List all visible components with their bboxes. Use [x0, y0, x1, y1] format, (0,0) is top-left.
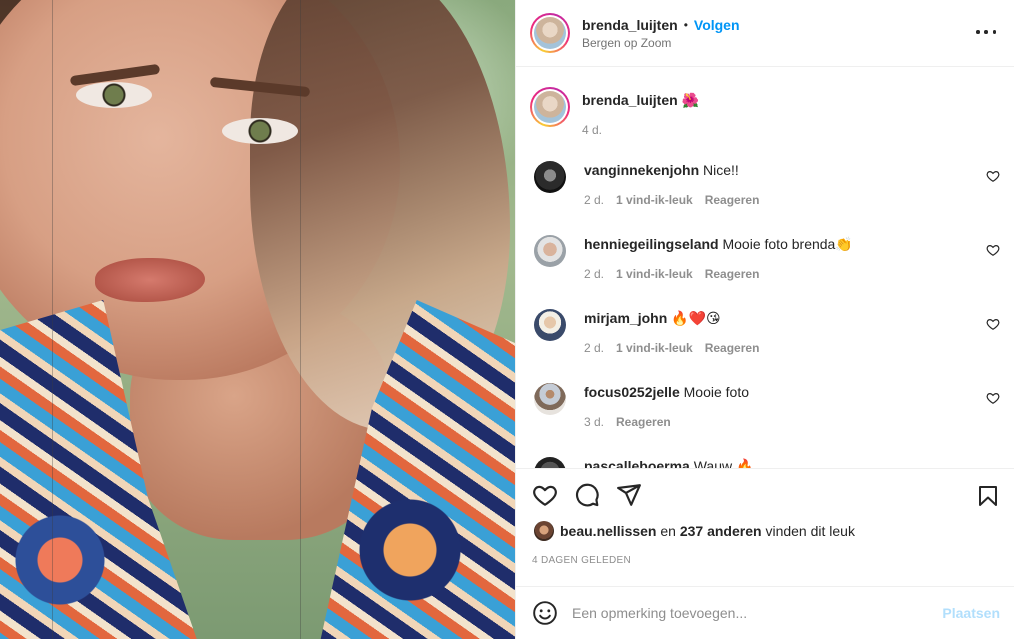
comment-item: focus0252jelle Mooie foto 3 d. Reageren — [530, 383, 1000, 429]
comment-username[interactable]: henniegeilingseland — [584, 236, 719, 252]
reply-button[interactable]: Reageren — [705, 193, 760, 207]
comments-list[interactable]: brenda_luijten 🌺 4 d. vanginnekenjohn Ni… — [516, 67, 1014, 468]
comment-heart-icon[interactable] — [986, 169, 1000, 183]
comment-likes[interactable]: 1 vind-ik-leuk — [616, 341, 693, 355]
caption-avatar — [534, 91, 566, 123]
action-bar: beau.nellissen en 237 anderen vinden dit… — [516, 468, 1014, 586]
comment-username[interactable]: mirjam_john — [584, 310, 667, 326]
comment-item: vanginnekenjohn Nice!! 2 d. 1 vind-ik-le… — [530, 161, 1000, 207]
comment-text: Mooie foto brenda👏 — [722, 236, 853, 252]
comment-age: 3 d. — [584, 415, 605, 429]
likes-and: en — [660, 523, 676, 539]
liker-username[interactable]: beau.nellissen — [560, 523, 656, 539]
comment-item: pascalleboerma Wauw 🔥 — [530, 457, 1000, 468]
comment-text: Wauw 🔥 — [693, 458, 754, 468]
comment-avatar[interactable] — [534, 457, 566, 468]
comment-text: Nice!! — [703, 162, 739, 178]
comment-username[interactable]: vanginnekenjohn — [584, 162, 699, 178]
comment-item: mirjam_john 🔥❤️😘 2 d. 1 vind-ik-leuk Rea… — [530, 309, 1000, 355]
separator-dot: • — [683, 17, 688, 32]
add-comment-bar: Plaatsen — [516, 586, 1014, 639]
caption: brenda_luijten 🌺 4 d. — [530, 87, 1000, 137]
post-header: brenda_luijten • Volgen Bergen op Zoom — [516, 0, 1014, 67]
reply-button[interactable]: Reageren — [616, 415, 671, 429]
comment-avatar[interactable] — [534, 235, 566, 267]
comment-heart-icon[interactable] — [986, 243, 1000, 257]
photo-eye-right — [222, 118, 298, 144]
comment-input[interactable] — [572, 605, 943, 621]
comment-heart-icon[interactable] — [986, 317, 1000, 331]
comment-avatar[interactable] — [534, 161, 566, 193]
post-panel: brenda_luijten • Volgen Bergen op Zoom b… — [515, 0, 1014, 639]
post-date[interactable]: 4 DAGEN GELEDEN — [530, 555, 1000, 566]
likes-count[interactable]: 237 anderen — [680, 523, 762, 539]
follow-button[interactable]: Volgen — [694, 17, 740, 33]
photo-line-right — [300, 0, 301, 639]
author-avatar-ring[interactable] — [530, 13, 570, 53]
photo-eye-left — [76, 82, 152, 108]
post-comment-button[interactable]: Plaatsen — [942, 605, 1000, 621]
reply-button[interactable]: Reageren — [705, 341, 760, 355]
caption-age: 4 d. — [582, 123, 603, 137]
comment-likes[interactable]: 1 vind-ik-leuk — [616, 193, 693, 207]
caption-username[interactable]: brenda_luijten — [582, 92, 678, 108]
comment-age: 2 d. — [584, 341, 605, 355]
author-username[interactable]: brenda_luijten — [582, 17, 678, 33]
reply-button[interactable]: Reageren — [705, 267, 760, 281]
comment-age: 2 d. — [584, 193, 605, 207]
comment-item: henniegeilingseland Mooie foto brenda👏 2… — [530, 235, 1000, 281]
comment-text: Mooie foto — [683, 384, 749, 400]
comment-avatar[interactable] — [534, 309, 566, 341]
comment-text: 🔥❤️😘 — [671, 310, 721, 326]
heart-icon[interactable] — [532, 482, 558, 508]
post-location[interactable]: Bergen op Zoom — [582, 36, 740, 50]
comment-icon[interactable] — [574, 482, 600, 508]
likes-summary: beau.nellissen en 237 anderen vinden dit… — [530, 521, 1000, 541]
emoji-icon[interactable] — [532, 600, 558, 626]
caption-text: 🌺 — [681, 92, 700, 108]
liker-avatar[interactable] — [534, 521, 554, 541]
comment-username[interactable]: pascalleboerma — [584, 458, 690, 468]
comment-avatar[interactable] — [534, 383, 566, 415]
photo-line-left — [52, 0, 53, 639]
post-photo[interactable] — [0, 0, 515, 639]
more-icon[interactable] — [976, 22, 996, 42]
share-icon[interactable] — [616, 482, 642, 508]
comment-likes[interactable]: 1 vind-ik-leuk — [616, 267, 693, 281]
caption-avatar-ring[interactable] — [530, 87, 570, 127]
comment-heart-icon[interactable] — [986, 391, 1000, 405]
likes-suffix: vinden dit leuk — [765, 523, 855, 539]
author-avatar — [534, 17, 566, 49]
comment-username[interactable]: focus0252jelle — [584, 384, 680, 400]
bookmark-icon[interactable] — [976, 483, 1000, 509]
comment-age: 2 d. — [584, 267, 605, 281]
